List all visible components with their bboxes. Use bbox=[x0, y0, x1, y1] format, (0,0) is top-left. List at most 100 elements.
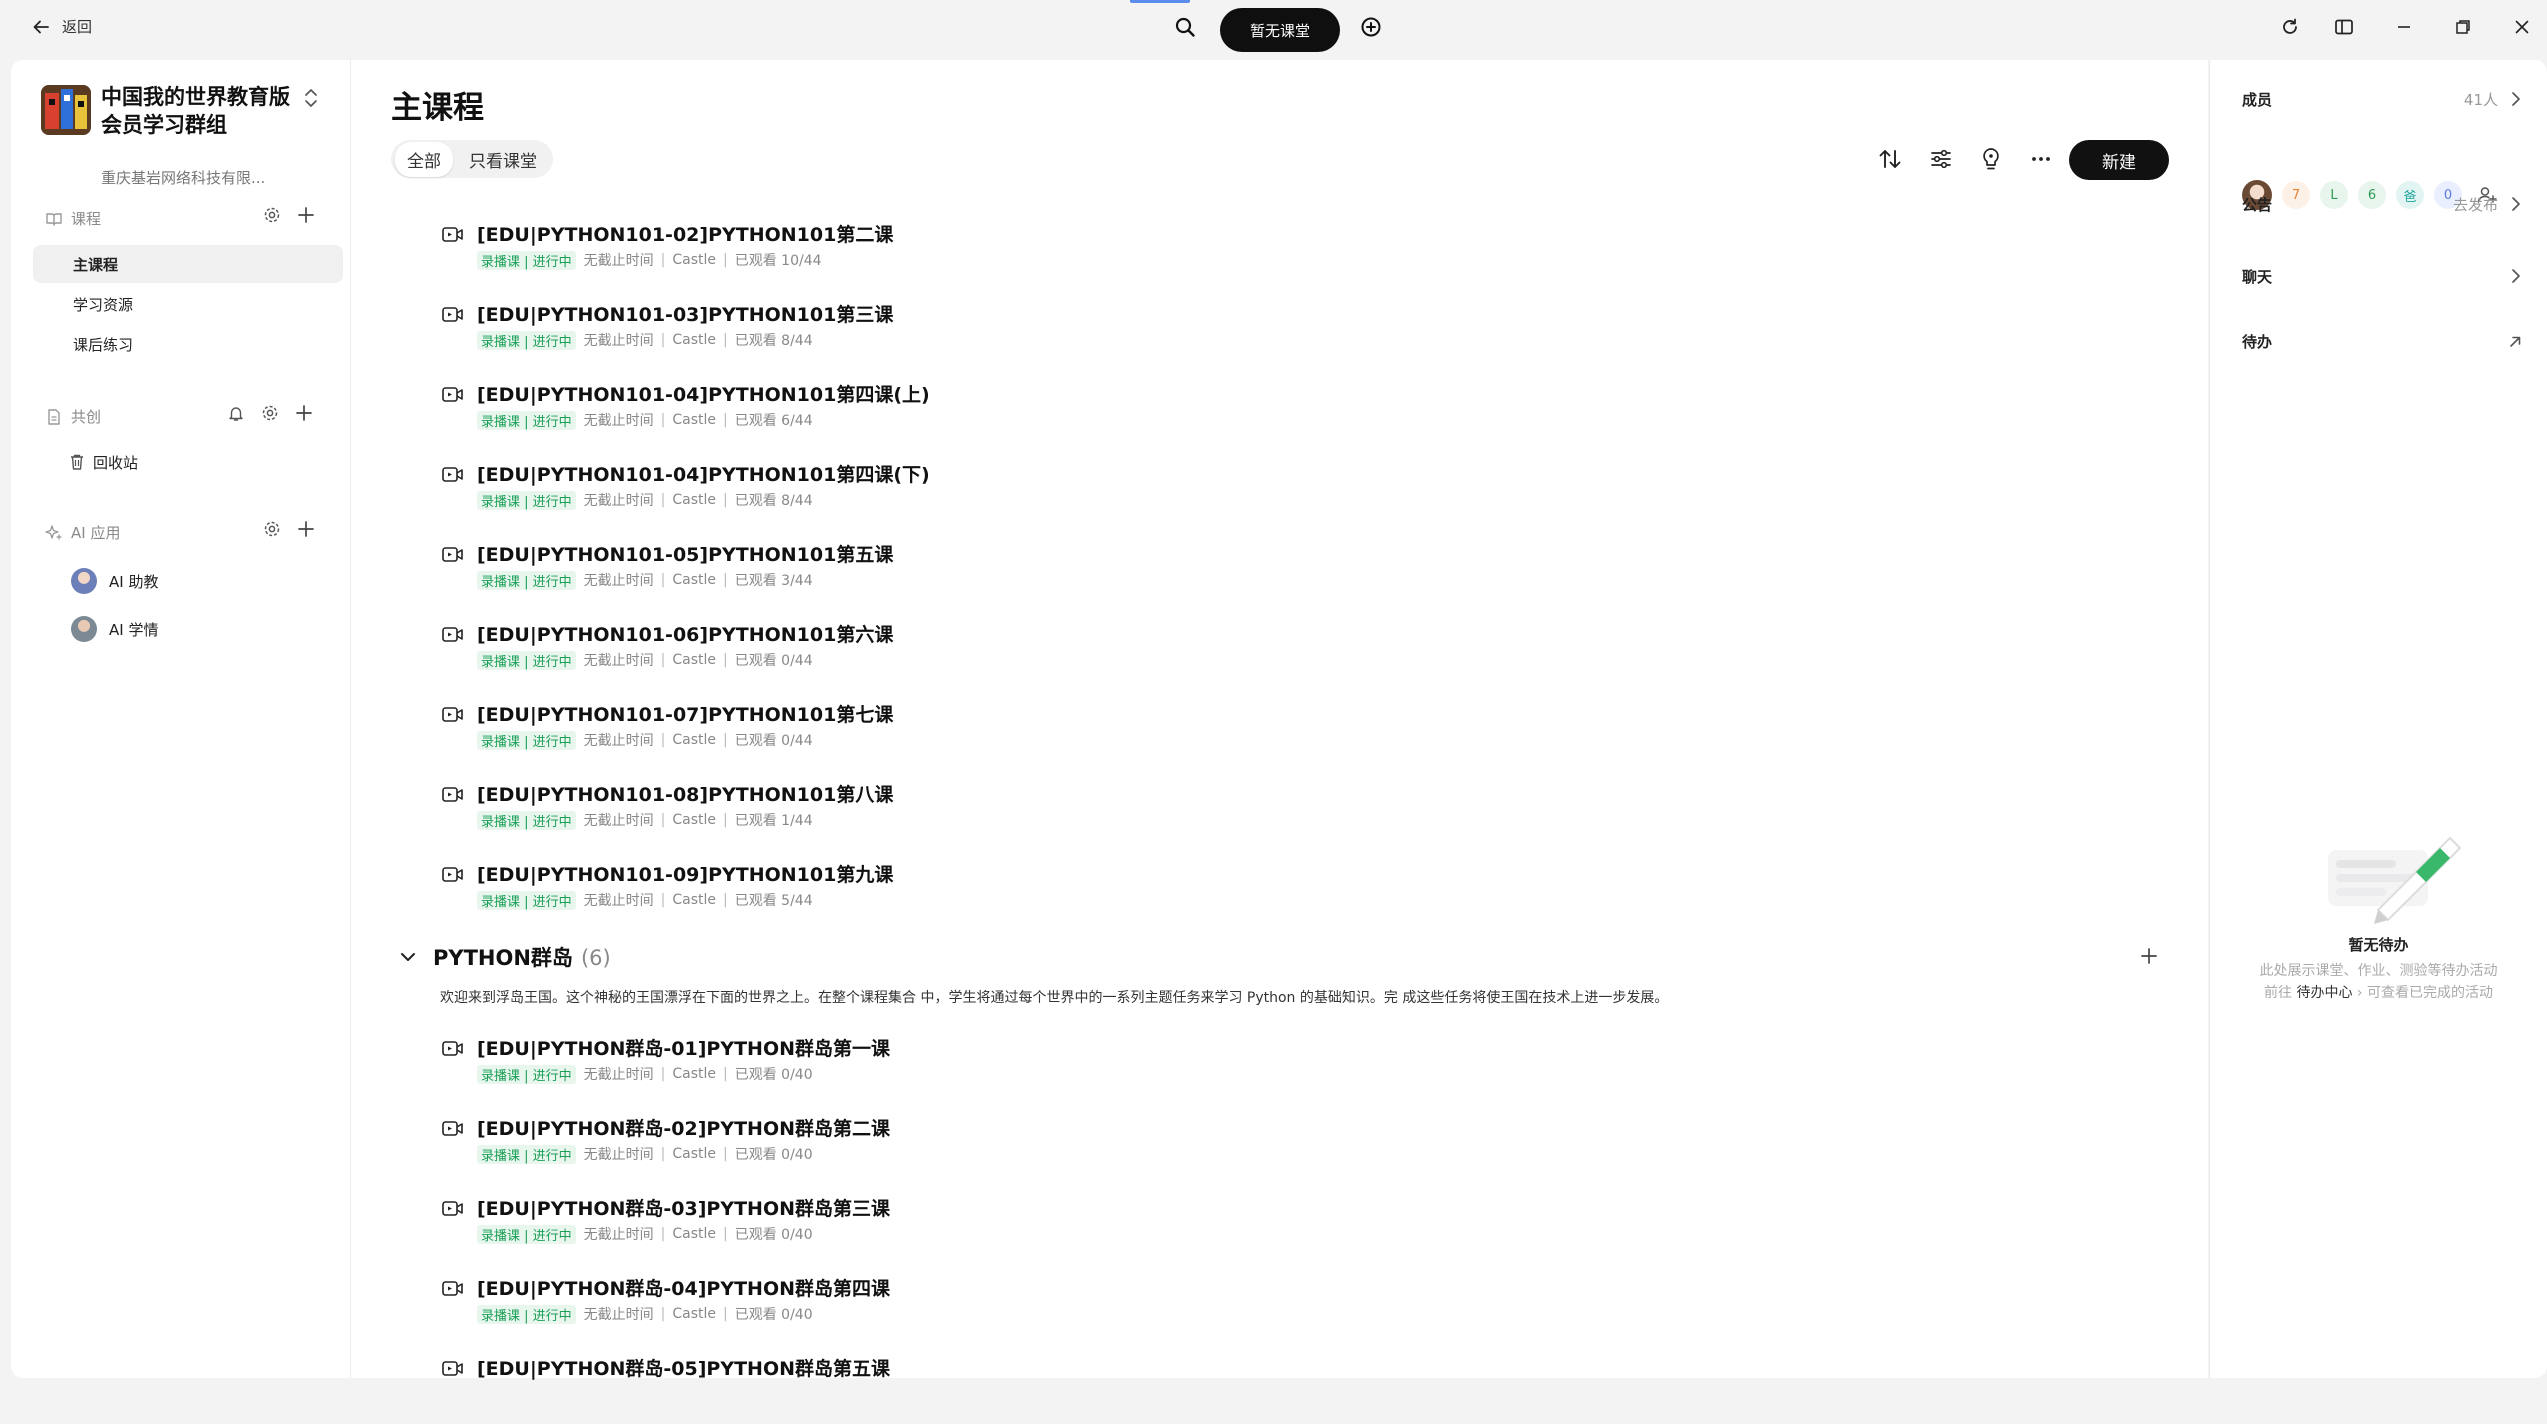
course-item[interactable]: [EDU|PYTHON群岛-03]PYTHON群岛第三课 录播课 | 进行中 无截止… bbox=[441, 1194, 1941, 1264]
restore-button[interactable] bbox=[2453, 17, 2473, 37]
course-item[interactable]: [EDU|PYTHON群岛-05]PYTHON群岛第五课 bbox=[441, 1354, 1941, 1424]
minimize-button[interactable] bbox=[2394, 17, 2414, 37]
close-button[interactable] bbox=[2512, 17, 2532, 37]
sidebar-item-ai-assistant[interactable]: AI 助教 bbox=[71, 568, 158, 594]
course-status-tag: 录播课 | 进行中 bbox=[477, 810, 576, 830]
course-status-tag: 录播课 | 进行中 bbox=[477, 570, 576, 590]
meta-divider: | bbox=[723, 1226, 728, 1242]
course-item[interactable]: [EDU|PYTHON101-08]PYTHON101第八课 录播课 | 进行中无… bbox=[441, 780, 1941, 850]
course-meta: 录播课 | 进行中 无截止时间 | Castle | 已观看 0/40 bbox=[477, 1064, 813, 1084]
course-title: [EDU|PYTHON101-04]PYTHON101第四课(上) bbox=[477, 384, 930, 406]
course-title: [EDU|PYTHON101-03]PYTHON101第三课 bbox=[477, 304, 894, 326]
todo-row[interactable]: 待办 bbox=[2242, 327, 2522, 357]
video-lesson-icon bbox=[441, 864, 465, 886]
meta-divider: | bbox=[660, 1146, 666, 1162]
course-status-tag: 录播课 | 进行中 bbox=[477, 1224, 576, 1244]
course-deadline: 无截止时间 bbox=[583, 413, 654, 429]
meta-divider: | bbox=[660, 252, 666, 268]
right-sidebar: 成员 41人 7L6爸0 公告 去发布 聊天 待办 暂无待办 此处展示课堂、作业… bbox=[2209, 60, 2547, 1378]
course-title: [EDU|PYTHON101-09]PYTHON101第九课 bbox=[477, 864, 894, 886]
more-button[interactable] bbox=[2028, 146, 2054, 172]
meta-divider: | bbox=[660, 652, 666, 668]
meta-divider: | bbox=[660, 492, 666, 508]
course-item[interactable]: [EDU|PYTHON群岛-02]PYTHON群岛第二课 录播课 | 进行中 无截止… bbox=[441, 1114, 1941, 1184]
plus-icon bbox=[2139, 946, 2159, 966]
refresh-button[interactable] bbox=[2280, 17, 2300, 37]
page-title: 主课程 bbox=[391, 90, 484, 126]
chapter-add-button[interactable] bbox=[2139, 946, 2159, 966]
sliders-icon bbox=[1928, 146, 1954, 172]
course-item[interactable]: [EDU|PYTHON101-05]PYTHON101第五课 录播课 | 进行中无… bbox=[441, 540, 1941, 610]
plus-icon[interactable] bbox=[297, 206, 315, 224]
video-lesson-icon bbox=[441, 1358, 465, 1380]
course-item[interactable]: [EDU|PYTHON101-04]PYTHON101第四课(上) 录播课 | 进… bbox=[441, 380, 1941, 450]
plus-icon[interactable] bbox=[297, 520, 315, 538]
arrow-up-right-icon bbox=[2508, 333, 2522, 349]
switch-group-button[interactable] bbox=[303, 87, 319, 109]
filter-segment: 全部 只看课堂 bbox=[391, 140, 553, 178]
plus-icon[interactable] bbox=[295, 404, 313, 422]
video-lesson-icon bbox=[441, 224, 465, 246]
bell-icon[interactable] bbox=[227, 404, 245, 422]
course-deadline: 无截止时间 bbox=[583, 653, 654, 669]
lightbulb-icon bbox=[1978, 146, 2004, 172]
meta-divider: | bbox=[723, 732, 728, 748]
sidebar-item-resources[interactable]: 学习资源 bbox=[33, 285, 343, 323]
course-item[interactable]: [EDU|PYTHON101-03]PYTHON101第三课 录播课 | 进行中无… bbox=[441, 300, 1941, 370]
course-deadline: 无截止时间 bbox=[583, 1147, 654, 1163]
course-meta: 录播课 | 进行中 无截止时间 | Castle | 已观看 6/44 bbox=[477, 410, 813, 430]
course-item[interactable]: [EDU|PYTHON101-04]PYTHON101第四课(下) 录播课 | 进… bbox=[441, 460, 1941, 530]
courses-section-label: 课程 bbox=[71, 210, 102, 228]
filter-settings-button[interactable] bbox=[1928, 146, 1954, 172]
classroom-status-pill[interactable]: 暂无课堂 bbox=[1220, 8, 1340, 52]
chapter-header[interactable]: PYTHON群岛 (6) bbox=[399, 942, 611, 972]
chapter-title-wrap: PYTHON群岛 (6) bbox=[433, 942, 611, 972]
group-header[interactable]: 中国我的世界教育版会员学习群组 重庆基岩网络科技有限... bbox=[41, 85, 341, 205]
ai-analytics-avatar bbox=[71, 616, 97, 642]
chat-row[interactable]: 聊天 bbox=[2242, 262, 2522, 292]
course-item[interactable]: [EDU|PYTHON群岛-04]PYTHON群岛第四课 录播课 | 进行中 无截止… bbox=[441, 1274, 1941, 1344]
sidebar-item-recycle-bin[interactable]: 回收站 bbox=[33, 443, 343, 481]
filter-classroom-button[interactable]: 只看课堂 bbox=[457, 142, 549, 177]
toggle-sidebar-button[interactable] bbox=[2334, 17, 2354, 37]
course-teacher: Castle bbox=[672, 812, 717, 828]
search-button[interactable] bbox=[1174, 16, 1196, 38]
meta-divider: | bbox=[723, 1146, 728, 1162]
course-teacher: Castle bbox=[672, 1226, 717, 1242]
course-title: [EDU|PYTHON群岛-03]PYTHON群岛第三课 bbox=[477, 1198, 891, 1220]
course-item[interactable]: [EDU|PYTHON101-09]PYTHON101第九课 录播课 | 进行中无… bbox=[441, 860, 1941, 930]
course-item[interactable]: [EDU|PYTHON101-06]PYTHON101第六课 录播课 | 进行中无… bbox=[441, 620, 1941, 690]
notice-row[interactable]: 公告 去发布 bbox=[2242, 190, 2522, 220]
sidebar-item-exercises[interactable]: 课后练习 bbox=[33, 325, 343, 363]
gear-icon[interactable] bbox=[263, 206, 281, 224]
sidebar-item-main-course[interactable]: 主课程 bbox=[33, 245, 343, 283]
todo-center-link[interactable]: 待办中心 bbox=[2296, 985, 2352, 1001]
add-circle-button[interactable] bbox=[1360, 16, 1382, 38]
video-lesson-icon bbox=[441, 544, 465, 566]
recycle-bin-label: 回收站 bbox=[93, 453, 139, 472]
course-title: [EDU|PYTHON101-07]PYTHON101第七课 bbox=[477, 704, 894, 726]
course-watched: 已观看 5/44 bbox=[734, 893, 813, 909]
main-content: 主课程 全部 只看课堂 新建 [EDU|PYTHON101-02]PYTHON1… bbox=[351, 60, 2208, 1380]
sort-button[interactable] bbox=[1877, 146, 1903, 172]
course-status-tag: 录播课 | 进行中 bbox=[477, 730, 576, 750]
course-item[interactable]: [EDU|PYTHON101-02]PYTHON101第二课 录播课 | 进行中无… bbox=[441, 220, 1941, 290]
chapter-count: (6) bbox=[580, 946, 611, 970]
gear-icon[interactable] bbox=[263, 520, 281, 538]
members-row[interactable]: 成员 41人 bbox=[2242, 85, 2522, 115]
course-item[interactable]: [EDU|PYTHON群岛-01]PYTHON群岛第一课 录播课 | 进行中 无截止… bbox=[441, 1034, 1941, 1104]
back-button[interactable]: 返回 bbox=[32, 16, 92, 37]
chapter-title: PYTHON群岛 bbox=[433, 946, 573, 970]
course-watched: 已观看 3/44 bbox=[734, 573, 813, 589]
gear-icon[interactable] bbox=[261, 404, 279, 422]
course-item[interactable]: [EDU|PYTHON101-07]PYTHON101第七课 录播课 | 进行中无… bbox=[441, 700, 1941, 770]
sidebar-item-ai-analytics[interactable]: AI 学情 bbox=[71, 616, 158, 642]
course-meta: 录播课 | 进行中 无截止时间 | Castle | 已观看 0/44 bbox=[477, 730, 813, 750]
course-deadline: 无截止时间 bbox=[583, 1307, 654, 1323]
lightbulb-button[interactable] bbox=[1978, 146, 2004, 172]
course-meta: 录播课 | 进行中 无截止时间 | Castle | 已观看 8/44 bbox=[477, 490, 813, 510]
courses-section-header: 课程 bbox=[45, 208, 101, 229]
filter-all-button[interactable]: 全部 bbox=[395, 141, 453, 177]
course-meta: 录播课 | 进行中 无截止时间 | Castle | 已观看 0/40 bbox=[477, 1304, 813, 1324]
new-button[interactable]: 新建 bbox=[2069, 140, 2169, 180]
